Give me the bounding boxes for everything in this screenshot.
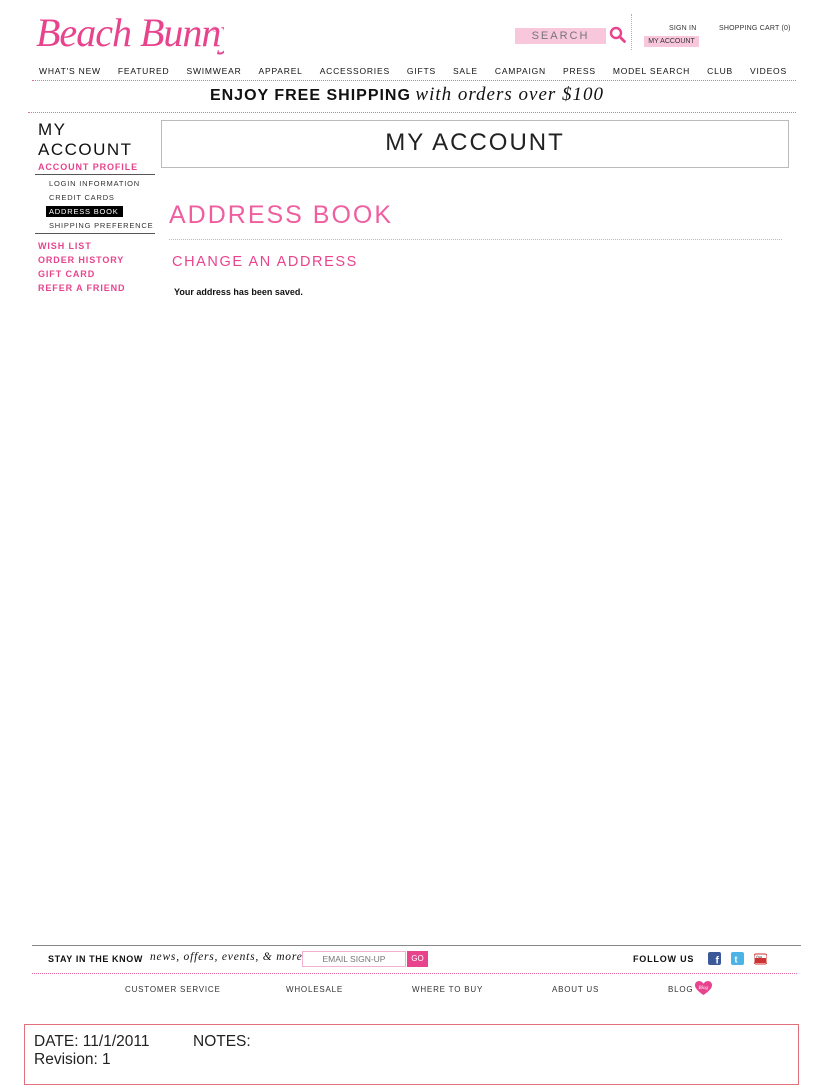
notes-date: DATE: 11/1/2011 (34, 1033, 150, 1050)
svg-text:You: You (756, 954, 763, 959)
footer-link-wholesale[interactable]: WHOLESALE (286, 985, 343, 994)
search-icon[interactable] (609, 26, 627, 44)
page-title: MY ACCOUNT (385, 129, 565, 156)
email-signup-input[interactable] (302, 951, 406, 967)
notes-revision: Revision: 1 (34, 1051, 111, 1068)
promo-bold-text: ENJOY FREE SHIPPING (209, 87, 411, 104)
nav-item-campaign[interactable]: CAMPAIGN (488, 64, 553, 78)
nav-item-sale[interactable]: SALE (446, 64, 485, 78)
main-nav: WHAT'S NEW FEATURED SWIMWEAR APPAREL ACC… (32, 64, 794, 78)
nav-divider (32, 80, 796, 81)
sidebar-item-address-book[interactable]: ADDRESS BOOK (46, 206, 123, 217)
sidebar-rule-top (35, 174, 155, 175)
free-shipping-banner: ENJOY FREE SHIPPING with orders over $10… (0, 84, 814, 108)
nav-item-accessories[interactable]: ACCESSORIES (313, 64, 397, 78)
newsletter-tagline: news, offers, events, & more (150, 951, 303, 963)
nav-item-press[interactable]: PRESS (556, 64, 603, 78)
sidebar-item-shipping-preference[interactable]: SHIPPING PREFERENCE (49, 221, 153, 230)
footer-rule (32, 945, 801, 946)
header-divider (631, 14, 632, 50)
footer-divider (32, 973, 797, 974)
nav-item-featured[interactable]: FEATURED (111, 64, 177, 78)
nav-item-club[interactable]: CLUB (700, 64, 740, 78)
promo-italic-text: with orders over $100 (415, 84, 605, 105)
follow-us-label: FOLLOW US (633, 954, 695, 964)
nav-item-swimwear[interactable]: SWIMWEAR (179, 64, 248, 78)
nav-item-whats-new[interactable]: WHAT'S NEW (32, 64, 108, 78)
logo-wordmark: Beach Bunny ® (36, 10, 239, 55)
twitter-icon[interactable]: t (731, 952, 744, 965)
nav-item-gifts[interactable]: GIFTS (400, 64, 443, 78)
footer-link-customer-service[interactable]: CUSTOMER SERVICE (125, 985, 221, 994)
sidebar-item-login-information[interactable]: LOGIN INFORMATION (49, 179, 140, 188)
sidebar-item-refer-a-friend[interactable]: REFER A FRIEND (38, 283, 125, 293)
sidebar-item-credit-cards[interactable]: CREDIT CARDS (49, 193, 115, 202)
svg-text:®: ® (212, 26, 218, 34)
svg-text:t: t (735, 955, 738, 965)
sign-in-link[interactable]: SIGN IN (669, 25, 696, 32)
sidebar-item-account-profile[interactable]: ACCOUNT PROFILE (38, 162, 138, 172)
sidebar-item-wish-list[interactable]: WISH LIST (38, 241, 92, 251)
status-message: Your address has been saved. (174, 287, 303, 297)
facebook-icon[interactable]: f (708, 952, 721, 967)
youtube-icon[interactable]: You (753, 952, 768, 965)
section-title: ADDRESS BOOK (169, 201, 394, 229)
sidebar-item-gift-card[interactable]: GIFT CARD (38, 269, 95, 279)
section-divider (169, 239, 782, 240)
nav-item-apparel[interactable]: APPAREL (252, 64, 310, 78)
blog-badge-text: Blog (699, 986, 709, 991)
subsection-title: CHANGE AN ADDRESS (172, 254, 358, 270)
email-go-button[interactable]: GO (407, 951, 428, 967)
footer-link-about-us[interactable]: ABOUT US (552, 985, 599, 994)
footer-link-where-to-buy[interactable]: WHERE TO BUY (412, 985, 483, 994)
notes-label: NOTES: (193, 1033, 251, 1050)
newsletter-heading: STAY IN THE KNOW (48, 954, 143, 964)
search-input[interactable] (515, 28, 606, 44)
sidebar-item-order-history[interactable]: ORDER HISTORY (38, 255, 124, 265)
sidebar-title: MY ACCOUNT (38, 120, 158, 160)
sidebar-title-line2: ACCOUNT (38, 140, 133, 159)
sidebar-title-line1: MY (38, 120, 67, 139)
nav-item-videos[interactable]: VIDEOS (743, 64, 794, 78)
beach-bunny-logo[interactable]: Beach Bunny ® (34, 8, 239, 64)
footer-link-blog[interactable]: BLOG (668, 985, 693, 994)
nav-item-model-search[interactable]: MODEL SEARCH (606, 64, 697, 78)
my-account-link[interactable]: MY ACCOUNT (644, 36, 699, 47)
notes-box: DATE: 11/1/2011 NOTES: Revision: 1 (24, 1024, 799, 1085)
svg-text:Beach Bunny: Beach Bunny (36, 10, 224, 55)
page-title-box: MY ACCOUNT (161, 120, 789, 168)
promo-divider (28, 112, 796, 113)
heart-icon[interactable]: Blog (695, 981, 712, 996)
shopping-cart-link[interactable]: SHOPPING CART (0) (719, 25, 791, 32)
sidebar-rule-bottom (35, 233, 155, 234)
